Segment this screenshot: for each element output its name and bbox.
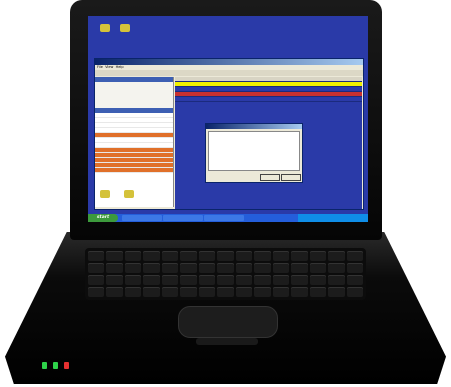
filter-area[interactable] <box>95 82 173 108</box>
keyboard-key[interactable] <box>309 275 327 285</box>
keyboard-key[interactable] <box>88 263 105 273</box>
keyboard-key[interactable] <box>254 251 271 261</box>
keyboard-key[interactable] <box>235 275 253 285</box>
keyboard-key[interactable] <box>217 287 234 297</box>
keyboard-key[interactable] <box>309 251 327 261</box>
keyboard-key[interactable] <box>328 251 345 261</box>
keyboard-key[interactable] <box>124 287 142 297</box>
keyboard-key[interactable] <box>235 251 253 261</box>
menu-help[interactable]: Help <box>116 65 124 69</box>
keyboard-key[interactable] <box>198 263 216 273</box>
keyboard-key[interactable] <box>291 251 308 261</box>
keyboard-key[interactable] <box>309 263 327 273</box>
status-led-green-2 <box>53 362 58 369</box>
keyboard-key[interactable] <box>198 275 216 285</box>
folder-icon <box>120 24 130 32</box>
keyboard-key[interactable] <box>217 275 234 285</box>
keyboard-key[interactable] <box>309 287 327 297</box>
taskbar-item[interactable] <box>163 215 203 221</box>
keyboard-key[interactable] <box>143 287 160 297</box>
mail-icon <box>100 190 110 198</box>
touchpad-buttons[interactable] <box>196 338 258 345</box>
app-window: File View Help <box>94 58 364 210</box>
keyboard-key[interactable] <box>161 251 179 261</box>
left-panel-list <box>95 113 173 173</box>
keyboard-key[interactable] <box>198 287 216 297</box>
desktop-icon-top-1[interactable] <box>94 24 116 33</box>
taskbar-item[interactable] <box>122 215 162 221</box>
keyboard-key[interactable] <box>106 251 123 261</box>
laptop-screen: File View Help start <box>88 16 368 222</box>
keyboard-key[interactable] <box>328 287 345 297</box>
menu-file[interactable]: File <box>97 65 103 69</box>
keyboard-key[interactable] <box>217 251 234 261</box>
desktop-icon-top-2[interactable] <box>114 24 136 33</box>
keyboard-key[interactable] <box>180 287 197 297</box>
taskbar-item[interactable] <box>204 215 244 221</box>
keyboard-key[interactable] <box>198 251 216 261</box>
keyboard-key[interactable] <box>254 275 271 285</box>
keyboard-key[interactable] <box>272 263 290 273</box>
menu-view[interactable]: View <box>105 65 113 69</box>
system-tray[interactable] <box>298 214 368 222</box>
taskbar: start <box>88 214 368 222</box>
keyboard-key[interactable] <box>346 251 363 261</box>
touchpad[interactable] <box>178 306 278 338</box>
start-button[interactable]: start <box>88 214 118 222</box>
table-row[interactable] <box>175 97 362 102</box>
status-led-red <box>64 362 69 369</box>
keyboard-key[interactable] <box>235 287 253 297</box>
dialog-list-item[interactable] <box>209 140 299 144</box>
keyboard-key[interactable] <box>88 275 105 285</box>
keyboard-key[interactable] <box>291 287 308 297</box>
keyboard-key[interactable] <box>124 263 142 273</box>
keyboard-key[interactable] <box>143 263 160 273</box>
keyboard-key[interactable] <box>346 287 363 297</box>
computer-icon <box>124 190 134 198</box>
keyboard-key[interactable] <box>143 275 160 285</box>
keyboard-key[interactable] <box>180 251 197 261</box>
keyboard-key[interactable] <box>161 287 179 297</box>
keyboard-key[interactable] <box>254 287 271 297</box>
grid <box>175 77 362 102</box>
keyboard-key[interactable] <box>254 263 271 273</box>
keyboard-key[interactable] <box>328 275 345 285</box>
keyboard-key[interactable] <box>88 287 105 297</box>
dialog-cancel-button[interactable] <box>281 174 301 181</box>
keyboard-key[interactable] <box>106 275 123 285</box>
list-item[interactable] <box>95 168 173 173</box>
keyboard <box>85 248 366 300</box>
keyboard-key[interactable] <box>272 251 290 261</box>
status-led-green <box>42 362 47 369</box>
keyboard-key[interactable] <box>346 263 363 273</box>
keyboard-key[interactable] <box>217 263 234 273</box>
keyboard-key[interactable] <box>346 275 363 285</box>
keyboard-key[interactable] <box>235 263 253 273</box>
desktop-icon-my-computer[interactable] <box>118 190 140 199</box>
folder-icon <box>100 24 110 32</box>
dialog-list <box>208 131 300 171</box>
keyboard-key[interactable] <box>291 263 308 273</box>
keyboard-key[interactable] <box>106 287 123 297</box>
dialog-ok-button[interactable] <box>260 174 280 181</box>
keyboard-key[interactable] <box>106 263 123 273</box>
keyboard-key[interactable] <box>272 287 290 297</box>
desktop-icon-outlook-express[interactable] <box>94 190 116 199</box>
keyboard-key[interactable] <box>124 251 142 261</box>
keyboard-key[interactable] <box>291 275 308 285</box>
left-panel <box>95 77 174 207</box>
keyboard-key[interactable] <box>143 251 160 261</box>
keyboard-key[interactable] <box>180 263 197 273</box>
keyboard-key[interactable] <box>161 263 179 273</box>
keyboard-key[interactable] <box>328 263 345 273</box>
dialog-title[interactable] <box>206 124 302 129</box>
keyboard-key[interactable] <box>88 251 105 261</box>
keyboard-key[interactable] <box>272 275 290 285</box>
keyboard-key[interactable] <box>161 275 179 285</box>
dialog <box>205 123 303 183</box>
toolbar[interactable] <box>95 70 363 76</box>
keyboard-key[interactable] <box>180 275 197 285</box>
keyboard-key[interactable] <box>124 275 142 285</box>
